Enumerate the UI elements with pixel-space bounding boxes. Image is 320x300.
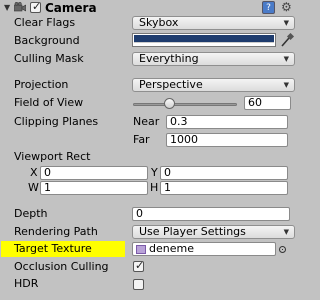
culling-mask-value: Everything [139,52,199,65]
far-label: Far [133,133,150,146]
target-texture-label: Target Texture [14,242,92,255]
viewport-x-label: X [30,166,38,179]
depth-input[interactable]: 0 [132,207,290,221]
chevron-down-icon: ▼ [283,19,289,27]
chevron-down-icon: ▼ [283,228,289,236]
chevron-down-icon: ▼ [283,81,289,89]
alpha-bar [134,42,274,45]
near-label: Near [133,115,160,128]
background-label: Background [14,34,80,47]
projection-label: Projection [14,78,69,91]
background-color-field[interactable] [132,33,276,47]
occlusion-culling-label: Occlusion Culling [14,260,109,273]
help-icon[interactable]: ? [262,1,275,14]
rendering-path-value: Use Player Settings [139,225,246,238]
chevron-down-icon: ▼ [283,55,289,63]
component-title: Camera [45,1,97,15]
gear-icon[interactable]: ⚙ [281,1,292,13]
clear-flags-dropdown[interactable]: Skybox ▼ [132,16,295,30]
projection-value: Perspective [139,78,203,91]
field-of-view-slider-thumb[interactable] [163,98,175,109]
field-of-view-label: Field of View [14,96,84,109]
viewport-rect-label: Viewport Rect [14,150,91,163]
hdr-label: HDR [14,277,39,290]
viewport-y-label: Y [151,166,158,179]
component-enabled-checkbox[interactable]: ✓ [30,0,41,13]
foldout-arrow-icon[interactable]: ▼ [4,4,10,12]
rendering-path-label: Rendering Path [14,225,98,238]
viewport-y-input[interactable]: 0 [160,166,288,180]
far-input[interactable]: 1000 [166,133,288,147]
culling-mask-dropdown[interactable]: Everything ▼ [132,52,295,66]
projection-dropdown[interactable]: Perspective ▼ [132,78,295,92]
clear-flags-label: Clear Flags [14,16,76,29]
object-picker-icon[interactable] [279,246,286,253]
viewport-h-label: H [150,181,159,194]
near-input[interactable]: 0.3 [166,115,288,129]
culling-mask-label: Culling Mask [14,52,84,65]
rendering-path-dropdown[interactable]: Use Player Settings ▼ [132,225,295,239]
camera-icon [13,1,27,13]
field-of-view-slider-track[interactable] [133,103,237,106]
clipping-planes-label: Clipping Planes [14,115,99,128]
hdr-checkbox[interactable]: ✓ [133,279,144,290]
viewport-x-input[interactable]: 0 [40,166,148,180]
viewport-w-input[interactable]: 1 [40,181,148,195]
field-of-view-input[interactable]: 60 [244,96,291,110]
target-texture-field[interactable]: deneme [132,242,276,256]
occlusion-culling-checkbox[interactable]: ✓ [133,259,144,272]
eyedropper-icon[interactable] [279,32,295,48]
target-texture-value: deneme [149,242,194,255]
depth-label: Depth [14,207,48,220]
clear-flags-value: Skybox [139,16,179,29]
viewport-h-input[interactable]: 1 [160,181,288,195]
viewport-w-label: W [28,181,39,194]
render-texture-icon [136,245,146,254]
